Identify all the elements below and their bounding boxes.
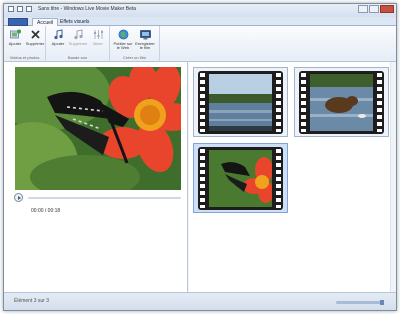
quick-access-toolbar xyxy=(8,6,32,12)
film-strip xyxy=(299,71,384,134)
group-label-bande-son: Bande son xyxy=(67,55,88,60)
remove-music-icon xyxy=(73,29,83,40)
butterfly-flower-thumbnail xyxy=(209,150,272,207)
app-menu-button[interactable] xyxy=(8,18,28,26)
publish-web-label: Publier sur le Web xyxy=(113,41,133,50)
preview-pane: 00:00 / 00:18 xyxy=(4,62,188,292)
close-button[interactable] xyxy=(380,5,394,13)
time-display: 00:00 / 00:18 xyxy=(31,208,61,214)
video-preview[interactable] xyxy=(15,67,181,190)
storyboard-clip-selected[interactable] xyxy=(193,143,288,213)
film-strip xyxy=(198,71,283,134)
maximize-button[interactable] xyxy=(369,5,379,13)
save-movie-label: Enregistrer le film xyxy=(135,41,155,50)
river-landscape-image xyxy=(209,74,272,131)
group-label-creer-film: Créer un film xyxy=(123,55,146,60)
storyboard-clip[interactable] xyxy=(193,67,288,137)
add-videos-photos-label: Ajouter xyxy=(8,41,22,46)
add-music-label: Ajouter xyxy=(51,41,65,46)
remove-videos-photos-label: Supprimer xyxy=(25,41,45,46)
storyboard xyxy=(189,62,396,292)
mix-button[interactable]: Mixer xyxy=(88,29,108,46)
add-videos-photos-button[interactable]: Ajouter xyxy=(5,29,25,46)
movie-maker-window: Sans titre - Windows Live Movie Maker Be… xyxy=(3,3,397,311)
save-movie-button[interactable]: Enregistrer le film xyxy=(135,29,155,50)
status-bar: Élément 3 sur 3 xyxy=(4,292,396,310)
mix-label: Mixer xyxy=(93,41,103,46)
group-bande-son: Ajouter Supprimer Mixer Bande son xyxy=(46,26,110,62)
clip-thumbnail xyxy=(310,74,373,131)
seek-bar[interactable] xyxy=(28,197,181,199)
globe-publish-icon xyxy=(118,29,128,40)
clip-thumbnail xyxy=(209,150,272,207)
tab-effets-visuels[interactable]: Effets visuels xyxy=(56,18,93,26)
play-button[interactable] xyxy=(14,193,23,202)
remove-videos-photos-button[interactable]: Supprimer xyxy=(25,29,45,46)
window-controls xyxy=(358,5,394,13)
ribbon-tabs: Accueil Effets visuels xyxy=(4,17,396,27)
remove-music-button[interactable]: Supprimer xyxy=(68,29,88,46)
add-photos-icon xyxy=(9,29,21,39)
minimize-button[interactable] xyxy=(358,5,368,13)
clip-thumbnail xyxy=(209,74,272,131)
title-bar: Sans titre - Windows Live Movie Maker Be… xyxy=(4,4,396,17)
status-text: Élément 3 sur 3 xyxy=(14,298,50,304)
add-music-button[interactable]: Ajouter xyxy=(48,29,68,46)
redo-icon[interactable] xyxy=(26,6,32,12)
mix-icon xyxy=(93,30,103,39)
remove-x-icon xyxy=(30,30,40,39)
zoom-slider[interactable] xyxy=(336,300,384,305)
butterfly-flower-image xyxy=(15,67,181,190)
group-label-videos-photos: Vidéos et photos xyxy=(9,55,40,60)
group-videos-photos: Ajouter Supprimer Vidéos et photos xyxy=(4,26,46,62)
remove-music-label: Supprimer xyxy=(68,41,88,46)
save-movie-icon xyxy=(139,30,151,40)
window-title: Sans titre - Windows Live Movie Maker Be… xyxy=(38,6,137,12)
storyboard-clip[interactable] xyxy=(294,67,389,137)
undo-icon[interactable] xyxy=(17,6,23,12)
bear-in-river-image xyxy=(310,74,373,131)
storyboard-scrollbar[interactable] xyxy=(390,62,396,292)
publish-web-button[interactable]: Publier sur le Web xyxy=(113,29,133,50)
save-icon[interactable] xyxy=(8,6,14,12)
group-creer-film: Publier sur le Web Enregistrer le film C… xyxy=(110,26,160,62)
add-music-icon xyxy=(53,29,63,40)
film-strip xyxy=(198,147,283,210)
ribbon: Ajouter Supprimer Vidéos et photos Ajout… xyxy=(4,26,396,62)
